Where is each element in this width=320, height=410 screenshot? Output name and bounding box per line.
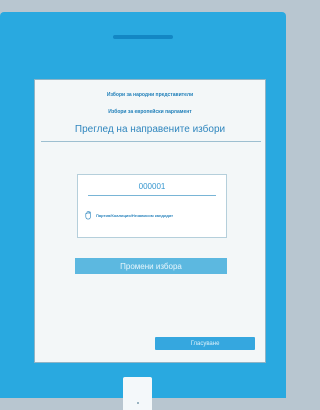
vote-button[interactable]: Гласуване [155, 337, 255, 350]
heading-national-elections: Избори за народни представители [106, 92, 194, 98]
heading-eu-elections: Избори за европейски парламент [108, 109, 192, 115]
selection-number: 000001 [138, 182, 166, 191]
speaker-slot [113, 35, 173, 39]
screen: Избори за народни представители Избори з… [34, 79, 266, 363]
hand-check-icon [84, 211, 93, 220]
choice-label: Партия/Коалиция/Независим кандидат [96, 213, 174, 218]
selected-choice[interactable]: Партия/Коалиция/Независим кандидат [84, 211, 173, 220]
page-title: Преглед на направените избори [74, 124, 226, 135]
title-divider [41, 141, 261, 142]
selection-card: 000001 Партия/Коалиция/Независим кандида… [77, 174, 227, 238]
voting-machine: Избори за народни представители Избори з… [0, 12, 286, 410]
home-button[interactable] [123, 377, 152, 410]
home-dot [136, 402, 139, 404]
card-divider [88, 195, 216, 196]
change-selection-button[interactable]: Промени избора [75, 258, 227, 274]
